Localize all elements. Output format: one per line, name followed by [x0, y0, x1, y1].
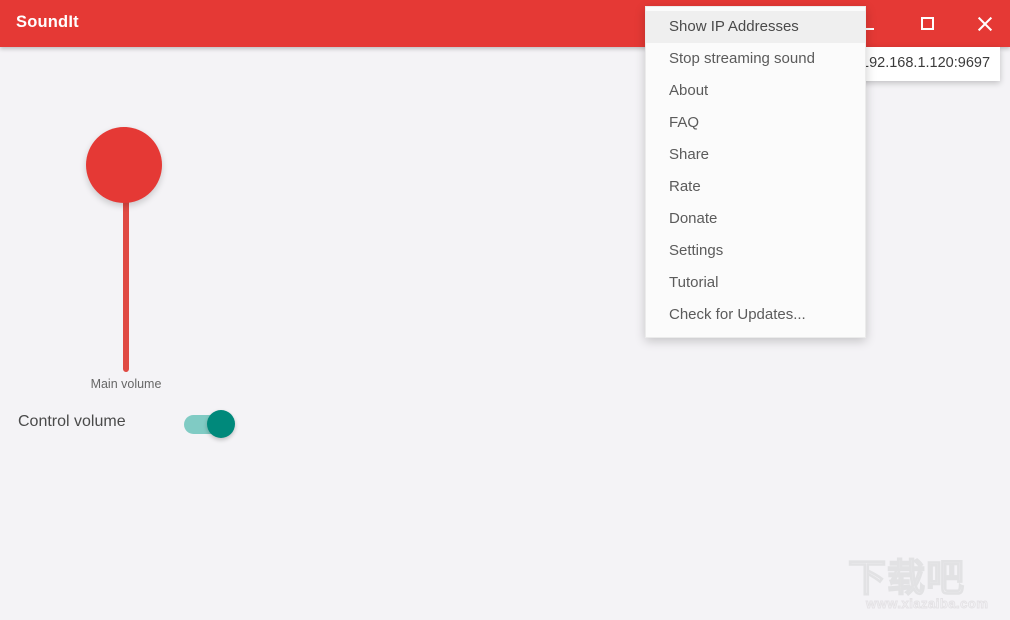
ip-address-popup[interactable]: 192.168.1.120:9697: [852, 47, 1000, 81]
menu-item[interactable]: About: [646, 75, 865, 107]
app-menu: Show IP Addresses Stop streaming sound Abo…: [645, 6, 866, 338]
menu-item[interactable]: Settings: [646, 235, 865, 267]
main-volume-label: Main volume: [90, 377, 162, 391]
slider-thumb[interactable]: [86, 127, 162, 203]
menu-item[interactable]: FAQ: [646, 107, 865, 139]
menu-item[interactable]: Check for Updates...: [646, 299, 865, 331]
menu-item[interactable]: Tutorial: [646, 267, 865, 299]
control-volume-label: Control volume: [18, 413, 126, 430]
ip-address-text: 192.168.1.120:9697: [861, 55, 991, 71]
close-button[interactable]: [962, 0, 1008, 47]
menu-item[interactable]: Share: [646, 139, 865, 171]
menu-item[interactable]: Donate: [646, 203, 865, 235]
app-window: SoundIt 192.168.1.120:9697 Main volume C…: [0, 0, 1010, 620]
menu-item[interactable]: Show IP Addresses: [646, 11, 865, 43]
menu-item[interactable]: Rate: [646, 171, 865, 203]
menu-item[interactable]: Stop streaming sound: [646, 43, 865, 75]
maximize-icon: [920, 17, 934, 30]
close-icon: [976, 15, 994, 33]
toggle-knob: [207, 410, 235, 438]
app-title: SoundIt: [16, 13, 79, 31]
maximize-button[interactable]: [904, 0, 950, 47]
control-volume-toggle[interactable]: [184, 410, 236, 438]
control-volume-row: Control volume: [18, 409, 278, 443]
main-volume-slider[interactable]: [86, 87, 166, 372]
